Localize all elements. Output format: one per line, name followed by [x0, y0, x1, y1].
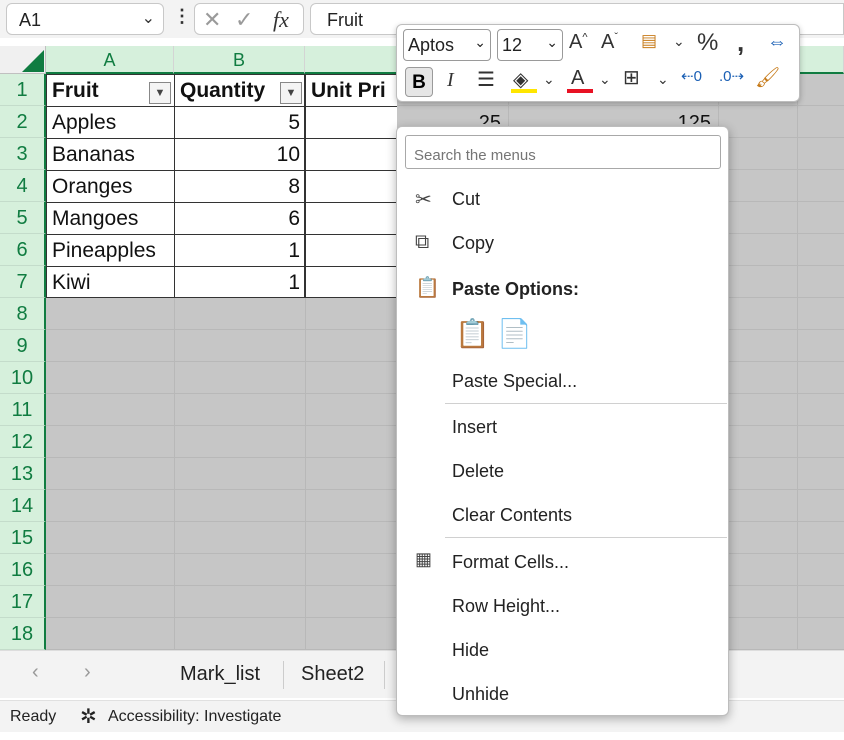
row-header[interactable]: 11 [0, 394, 46, 426]
table-cell-fruit[interactable]: Bananas [47, 139, 173, 171]
filter-dropdown-icon[interactable]: ▼ [280, 82, 302, 104]
table-cell-quantity[interactable]: 10 [175, 139, 305, 171]
menu-search-input[interactable] [405, 135, 721, 169]
menu-item-clear-contents[interactable]: Clear Contents [452, 505, 572, 526]
paste-icon: 📋 [415, 277, 440, 299]
table-cell-quantity[interactable]: 6 [175, 203, 305, 235]
paste-formatting-icon[interactable]: 📋 [455, 317, 490, 350]
cut-icon: ✂ [415, 189, 432, 211]
paste-options-label: Paste Options: [452, 279, 580, 299]
select-all-corner[interactable] [0, 46, 46, 74]
table-cell-quantity[interactable]: 8 [175, 171, 305, 203]
chevron-down-icon[interactable]: ⌄ [142, 8, 155, 28]
accounting-format-icon[interactable]: ▤ [641, 31, 657, 51]
increase-decimal-icon[interactable]: ⇠0 [681, 67, 702, 85]
enter-icon[interactable]: ✓ [235, 7, 253, 33]
header-unit-price[interactable]: Unit Pri [306, 75, 398, 107]
insert-function-icon[interactable]: fx [273, 7, 289, 33]
menu-item-paste-special[interactable]: Paste Special... [452, 371, 577, 392]
filter-dropdown-icon[interactable]: ▼ [149, 82, 171, 104]
row-header[interactable]: 10 [0, 362, 46, 394]
menu-item-copy[interactable]: Copy [452, 233, 494, 254]
more-icon[interactable]: ⋮ [173, 6, 191, 27]
name-box-value: A1 [19, 10, 42, 30]
table-range-c [305, 74, 397, 298]
font-size-select[interactable]: 12 ⌄ [497, 29, 563, 61]
context-menu: ✂ Cut ⧉ Copy 📋 Paste Options: 📋 📄 Paste … [396, 126, 729, 716]
row-header[interactable]: 5 [0, 202, 46, 234]
align-center-icon[interactable]: ☰ [477, 67, 495, 92]
chevron-down-icon[interactable]: ⌄ [657, 71, 669, 88]
table-cell-quantity[interactable]: 1 [175, 235, 305, 267]
menu-item-row-height[interactable]: Row Height... [452, 596, 560, 617]
row-header[interactable]: 12 [0, 426, 46, 458]
paste-icon[interactable]: 📄 [497, 317, 532, 350]
menu-item-delete[interactable]: Delete [452, 461, 504, 482]
column-header-b[interactable]: B [174, 46, 305, 74]
row-header[interactable]: 9 [0, 330, 46, 362]
row-header[interactable]: 14 [0, 490, 46, 522]
row-header[interactable]: 6 [0, 234, 46, 266]
cell-c2[interactable]: 25 [440, 110, 506, 124]
decrease-font-icon[interactable]: Aˇ [601, 31, 618, 54]
increase-font-icon[interactable]: A^ [569, 31, 588, 54]
chevron-down-icon: ⌄ [474, 34, 486, 50]
chevron-down-icon: ⌄ [546, 34, 558, 50]
copy-icon: ⧉ [415, 231, 430, 253]
chevron-down-icon[interactable]: ⌄ [543, 71, 555, 88]
decrease-decimal-icon[interactable]: .0⇢ [719, 67, 744, 85]
row-header[interactable]: 4 [0, 170, 46, 202]
formula-buttons: ✕ ✓ fx [194, 3, 304, 35]
table-cell-quantity[interactable]: 1 [175, 267, 305, 299]
table-cell-fruit[interactable]: Pineapples [47, 235, 173, 267]
row-header[interactable]: 2 [0, 106, 46, 138]
italic-button[interactable]: I [447, 69, 454, 92]
accessibility-status[interactable]: Accessibility: Investigate [108, 708, 281, 726]
cancel-icon[interactable]: ✕ [203, 7, 221, 33]
sheet-tab-sheet2[interactable]: Sheet2 [301, 663, 364, 686]
sheet-tab-mark-list[interactable]: Mark_list [180, 663, 260, 686]
chevron-down-icon[interactable]: ⌄ [599, 71, 611, 88]
table-cell-fruit[interactable]: Mangoes [47, 203, 173, 235]
chevron-down-icon[interactable]: ⌄ [673, 33, 685, 50]
borders-icon[interactable]: ⊞ [623, 65, 640, 90]
menu-item-insert[interactable]: Insert [452, 417, 497, 438]
format-cells-icon: ▦ [415, 549, 433, 569]
cell-d2[interactable]: 125 [640, 110, 716, 124]
chevron-right-icon[interactable]: › [84, 661, 91, 684]
row-header[interactable]: 13 [0, 458, 46, 490]
font-name-value: Aptos [408, 35, 455, 55]
row-header[interactable]: 1 [0, 74, 46, 106]
column-header-a[interactable]: A [46, 46, 174, 74]
merge-center-icon[interactable]: ⇔ [767, 31, 787, 54]
table-cell-quantity[interactable]: 5 [175, 107, 305, 139]
status-ready: Ready [10, 708, 57, 725]
table-cell-fruit[interactable]: Oranges [47, 171, 173, 203]
format-painter-icon[interactable]: 🖌 [755, 65, 780, 90]
percent-icon[interactable]: % [697, 29, 718, 57]
row-header[interactable]: 16 [0, 554, 46, 586]
chevron-left-icon[interactable]: ‹ [32, 661, 39, 684]
menu-item-format-cells[interactable]: Format Cells... [452, 552, 569, 573]
font-name-select[interactable]: Aptos ⌄ [403, 29, 491, 61]
menu-item-unhide[interactable]: Unhide [452, 684, 509, 705]
table-cell-fruit[interactable]: Kiwi [47, 267, 173, 299]
menu-item-hide[interactable]: Hide [452, 640, 489, 661]
bold-button[interactable]: B [405, 67, 433, 97]
font-size-value: 12 [502, 35, 523, 55]
row-header[interactable]: 15 [0, 522, 46, 554]
row-header[interactable]: 18 [0, 618, 46, 650]
accessibility-icon[interactable]: ✲ [80, 704, 97, 729]
table-cell-fruit[interactable]: Apples [47, 107, 173, 139]
menu-item-cut[interactable]: Cut [452, 189, 480, 210]
row-header[interactable]: 17 [0, 586, 46, 618]
comma-style-icon[interactable]: , [737, 27, 744, 58]
row-header[interactable]: 3 [0, 138, 46, 170]
row-header[interactable]: 7 [0, 266, 46, 298]
font-color-icon[interactable]: A [571, 67, 584, 90]
select-all-icon [22, 50, 44, 72]
mini-toolbar: Aptos ⌄ 12 ⌄ A^ Aˇ ▤ ⌄ % , ⇔ B I ☰ ◈ ⌄ A… [396, 24, 800, 102]
row-header[interactable]: 8 [0, 298, 46, 330]
name-box[interactable]: A1 ⌄ [6, 3, 164, 35]
